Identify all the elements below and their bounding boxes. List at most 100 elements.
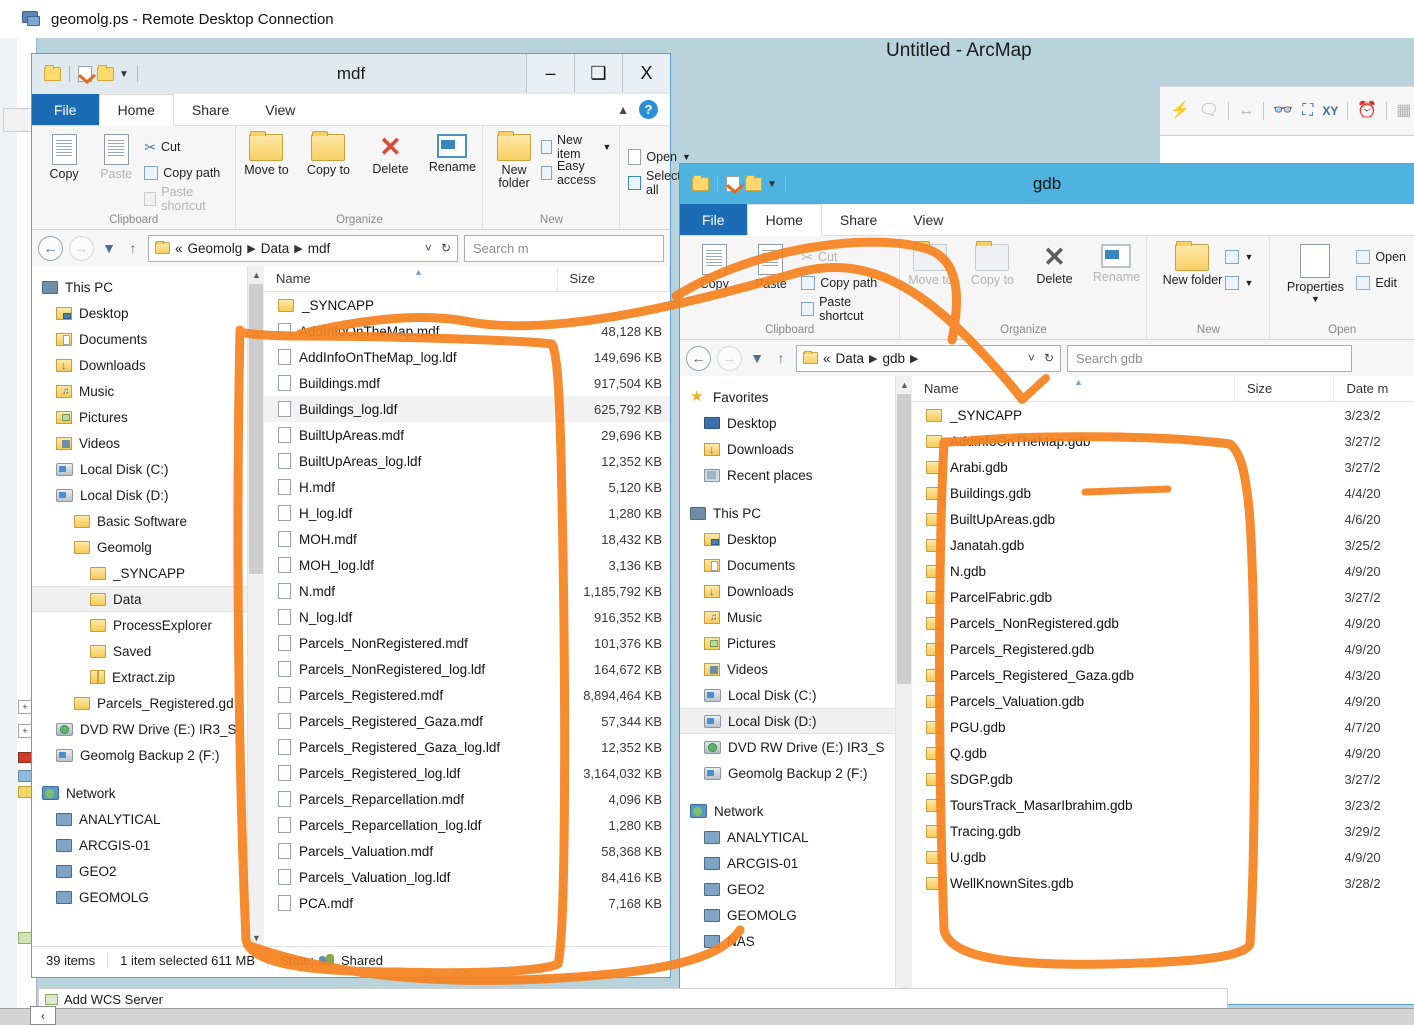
paste-button[interactable]: Paste: [90, 130, 142, 181]
file-name-cell[interactable]: Tracing.gdb: [912, 824, 1235, 839]
nav-item-videos[interactable]: Videos: [680, 656, 895, 682]
file-name-cell[interactable]: ToursTrack_MasarIbrahim.gdb: [912, 798, 1235, 813]
file-name-cell[interactable]: Janatah.gdb: [912, 538, 1235, 553]
file-name-cell[interactable]: MOH_log.ldf: [264, 557, 558, 573]
nav-item-downloads[interactable]: ↓ Downloads: [680, 436, 895, 462]
paste-button[interactable]: Paste: [743, 240, 800, 291]
file-row[interactable]: Parcels_Registered_Gaza_log.ldf 12,352 KB: [264, 734, 670, 760]
navigation-scrollbar[interactable]: ▲ ▼: [247, 266, 264, 946]
file-name-cell[interactable]: WellKnownSites.gdb: [912, 876, 1235, 891]
file-row[interactable]: Tracing.gdb 3/29/2: [912, 818, 1414, 844]
column-headers[interactable]: Name ▲ Size: [264, 266, 670, 292]
breadcrumb-item-geomolg[interactable]: Geomolg: [188, 241, 243, 256]
copy-path-button[interactable]: Copy path: [144, 160, 227, 186]
up-button[interactable]: ↑: [124, 236, 142, 261]
nav-item-favorites[interactable]: ★ Favorites: [680, 384, 895, 410]
file-row[interactable]: Parcels_Reparcellation.mdf 4,096 KB: [264, 786, 670, 812]
file-row[interactable]: MOH.mdf 18,432 KB: [264, 526, 670, 552]
search-input[interactable]: Search m: [464, 234, 664, 262]
ribbon-home[interactable]: Copy Paste ✂ Cut Copy path Paste shortcu…: [32, 126, 691, 230]
file-row[interactable]: Parcels_NonRegistered_log.ldf 164,672 KB: [264, 656, 670, 682]
paste-shortcut-button[interactable]: Paste shortcut: [801, 295, 891, 323]
ribbon-home[interactable]: Copy Paste ✂ Cut Copy path Paste shortcu…: [680, 236, 1414, 340]
nav-item-data[interactable]: Data: [32, 586, 247, 612]
file-name-cell[interactable]: Arabi.gdb: [912, 460, 1235, 475]
file-name-cell[interactable]: Q.gdb: [912, 746, 1235, 761]
nav-item-music[interactable]: ♫ Music: [680, 604, 895, 630]
forward-button[interactable]: →: [69, 235, 94, 261]
nav-item-local-disk-c[interactable]: Local Disk (C:): [32, 456, 247, 482]
nav-item-music[interactable]: ♫ Music: [32, 378, 247, 404]
easy-access-button[interactable]: Easy access: [540, 159, 612, 187]
rename-button[interactable]: Rename: [421, 130, 483, 174]
file-list[interactable]: _SYNCAPP AddInfoOnTheMap.mdf 48,128 KB AddI…: [264, 292, 670, 916]
nav-item-documents[interactable]: Documents: [32, 326, 247, 352]
nav-item-extract-zip[interactable]: Extract.zip: [32, 664, 247, 690]
refresh-icon[interactable]: ↻: [1044, 351, 1054, 365]
nav-item-geomolg-backup-2-f[interactable]: Geomolg Backup 2 (F:): [32, 742, 247, 768]
file-name-cell[interactable]: _SYNCAPP: [912, 408, 1235, 423]
breadcrumb[interactable]: « Geomolg ▶ Data ▶ mdf ˅ ↻: [148, 234, 458, 262]
copy-button[interactable]: Copy: [38, 130, 90, 181]
file-row[interactable]: N_log.ldf 916,352 KB: [264, 604, 670, 630]
file-row[interactable]: Parcels_Registered.mdf 8,894,464 KB: [264, 682, 670, 708]
identify-icon[interactable]: ⛶: [1302, 103, 1313, 119]
file-row[interactable]: PCA.mdf 7,168 KB: [264, 890, 670, 916]
cut-button[interactable]: ✂ Cut: [144, 134, 227, 160]
help-icon[interactable]: ?: [639, 100, 658, 119]
nav-item-network[interactable]: Network: [32, 780, 247, 806]
file-row[interactable]: Buildings.mdf 917,504 KB: [264, 370, 670, 396]
file-list-pane[interactable]: Name ▲ Size Date m _SYNCAPP 3/23/2 AddInfo…: [912, 376, 1414, 998]
file-name-cell[interactable]: Parcels_Valuation.gdb: [912, 694, 1235, 709]
breadcrumb-item-data[interactable]: Data: [261, 241, 290, 256]
new-item-button[interactable]: ▼: [1225, 244, 1253, 270]
ribbon-tabs[interactable]: File Home Share View ▲ ?: [32, 94, 670, 126]
easy-access-button[interactable]: ▼: [1225, 270, 1253, 296]
nav-item-local-disk-c[interactable]: Local Disk (C:): [680, 682, 895, 708]
catalog-icon[interactable]: ▦: [1396, 103, 1411, 119]
column-header-size[interactable]: Size: [1235, 376, 1335, 402]
lightning-icon[interactable]: ⚡: [1170, 103, 1190, 119]
nav-item-desktop[interactable]: Desktop: [680, 526, 895, 552]
file-name-cell[interactable]: BuiltUpAreas.mdf: [264, 427, 558, 443]
chevron-down-icon[interactable]: ▼: [1244, 252, 1253, 262]
nav-item-downloads[interactable]: ↓ Downloads: [32, 352, 247, 378]
navigation-pane[interactable]: This PC Desktop Documents ↓ Downloads ♫ Music P…: [32, 266, 247, 946]
file-name-cell[interactable]: N.gdb: [912, 564, 1235, 579]
column-header-name[interactable]: Name ▲: [912, 376, 1235, 402]
time-icon[interactable]: ⏰: [1357, 103, 1377, 119]
column-header-date-modified[interactable]: Date m: [1334, 376, 1414, 402]
breadcrumb-overflow[interactable]: «: [175, 241, 183, 256]
scroll-left-button[interactable]: ‹: [30, 1006, 56, 1025]
file-row[interactable]: Parcels_NonRegistered.gdb 4/9/20: [912, 610, 1414, 636]
file-name-cell[interactable]: Buildings.mdf: [264, 375, 558, 391]
file-name-cell[interactable]: N.mdf: [264, 583, 558, 599]
file-row[interactable]: BuiltUpAreas_log.ldf 12,352 KB: [264, 448, 670, 474]
file-row[interactable]: Parcels_Registered_log.ldf 3,164,032 KB: [264, 760, 670, 786]
file-name-cell[interactable]: AddInfoOnTheMap_log.ldf: [264, 349, 558, 365]
nav-item-geomolg[interactable]: GEOMOLG: [32, 884, 247, 910]
breadcrumb-item-data[interactable]: Data: [836, 351, 865, 366]
file-name-cell[interactable]: H_log.ldf: [264, 505, 558, 521]
close-button[interactable]: X: [622, 54, 670, 92]
tab-home[interactable]: Home: [98, 94, 174, 126]
file-name-cell[interactable]: Parcels_Registered_log.ldf: [264, 765, 558, 781]
copy-to-button[interactable]: Copy to: [961, 240, 1023, 287]
nav-item-documents[interactable]: Documents: [680, 552, 895, 578]
window-controls[interactable]: – ❑ X: [526, 54, 670, 92]
nav-item-arcgis-01[interactable]: ARCGIS-01: [32, 832, 247, 858]
file-name-cell[interactable]: Parcels_Registered_Gaza.gdb: [912, 668, 1235, 683]
scroll-up-icon[interactable]: ▲: [896, 376, 913, 393]
file-name-cell[interactable]: MOH.mdf: [264, 531, 558, 547]
nav-item-geomolg[interactable]: Geomolg: [32, 534, 247, 560]
ribbon-tabs-right[interactable]: ▲ ?: [617, 94, 670, 125]
nav-item-this-pc[interactable]: This PC: [32, 274, 247, 300]
recent-locations-icon[interactable]: ▼: [748, 346, 766, 371]
file-name-cell[interactable]: PGU.gdb: [912, 720, 1235, 735]
column-headers[interactable]: Name ▲ Size Date m: [912, 376, 1414, 402]
tab-share[interactable]: Share: [822, 204, 895, 235]
file-row[interactable]: N.gdb 4/9/20: [912, 558, 1414, 584]
nav-item-nas[interactable]: NAS: [680, 928, 895, 954]
file-row[interactable]: N.mdf 1,185,792 KB: [264, 578, 670, 604]
scrollbar-thumb[interactable]: [897, 394, 911, 684]
